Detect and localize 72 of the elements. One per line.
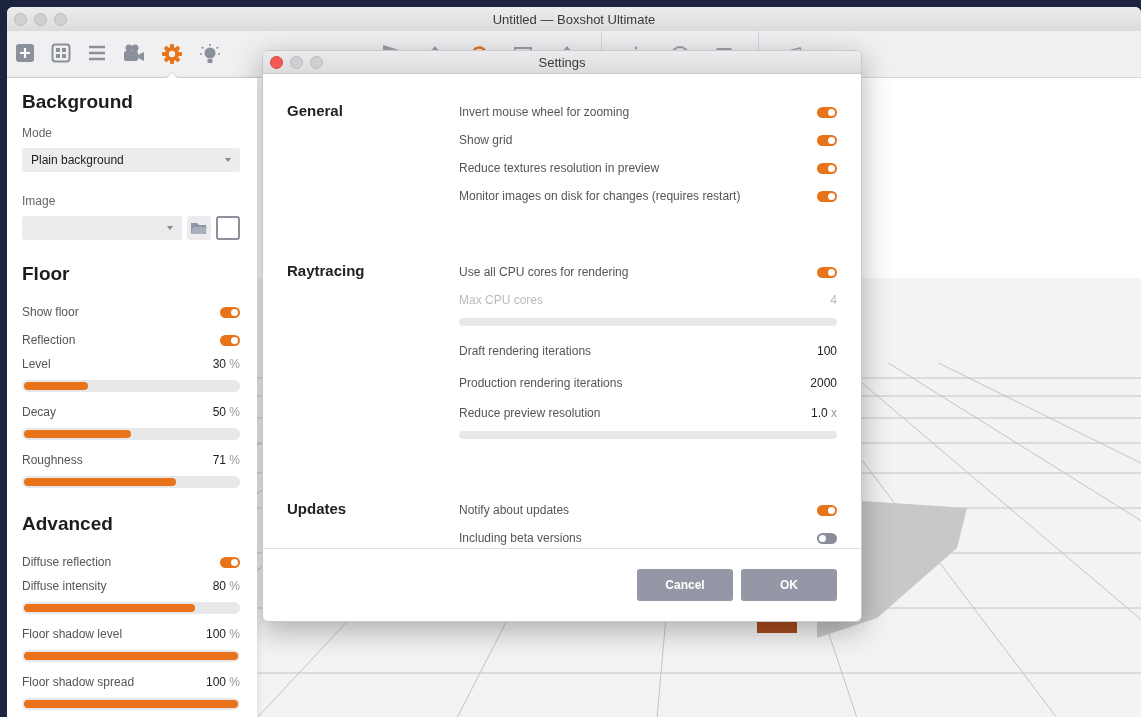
setting-label: Reduce textures resolution in preview xyxy=(459,161,660,175)
slider-label: Decay xyxy=(22,405,56,419)
minimize-button[interactable] xyxy=(290,55,303,69)
list-icon xyxy=(87,43,107,63)
caret-icon xyxy=(225,158,231,162)
section-title: Floor xyxy=(22,262,71,286)
slider-track[interactable] xyxy=(22,476,240,488)
window-title: Untitled — Boxshot Ultimate xyxy=(492,11,656,27)
setting-label: Notify about updates xyxy=(459,503,570,517)
slider-label: Roughness xyxy=(22,453,83,467)
slider-label: Diffuse intensity xyxy=(22,579,107,593)
slider-track[interactable] xyxy=(22,602,240,614)
toggle-switch[interactable] xyxy=(220,334,240,346)
light-bulb-icon xyxy=(199,43,221,65)
section-title: General xyxy=(287,101,344,121)
video-camera-icon xyxy=(123,43,145,63)
setting-label: Draft rendering iterations xyxy=(459,344,592,358)
slider-value: 50 % xyxy=(212,405,240,419)
plus-icon xyxy=(15,43,35,63)
number-value[interactable]: 100 xyxy=(816,344,837,358)
close-button[interactable] xyxy=(14,12,27,26)
caret-icon xyxy=(167,226,173,230)
slider-value: 1.0 x xyxy=(810,406,837,420)
toggle-switch[interactable] xyxy=(220,306,240,318)
section-title: Updates xyxy=(287,499,348,519)
setting-label: Show grid xyxy=(459,133,513,147)
toggle-switch[interactable] xyxy=(817,266,837,278)
mode-dropdown[interactable]: Plain background xyxy=(22,148,240,172)
section-title: Advanced xyxy=(22,512,114,536)
toggle-label: Diffuse reflection xyxy=(22,555,112,569)
toggle-switch[interactable] xyxy=(817,134,837,146)
zoom-button[interactable] xyxy=(310,55,323,69)
settings-icon xyxy=(161,43,183,65)
toggle-switch[interactable] xyxy=(817,162,837,174)
setting-label: Invert mouse wheel for zooming xyxy=(459,105,630,119)
slider-value: 100 % xyxy=(205,627,240,641)
toggle-switch[interactable] xyxy=(817,504,837,516)
toggle-label: Reflection xyxy=(22,333,76,347)
dialog-title: Settings xyxy=(538,54,586,70)
folder-button[interactable] xyxy=(187,216,211,240)
slider-value: 4 xyxy=(830,293,837,307)
section-title: Raytracing xyxy=(287,261,366,281)
toggle-switch[interactable] xyxy=(817,106,837,118)
slider-track[interactable] xyxy=(22,428,240,440)
slider-label: Floor shadow level xyxy=(22,627,123,641)
zoom-button[interactable] xyxy=(54,12,67,26)
slider-value: 100 % xyxy=(205,675,240,689)
setting-label: Reduce preview resolution xyxy=(459,406,601,420)
toggle-label: Show floor xyxy=(22,305,79,319)
setting-label: Use all CPU cores for rendering xyxy=(459,265,629,279)
color-swatch[interactable] xyxy=(216,216,240,240)
toggle-switch[interactable] xyxy=(220,556,240,568)
slider-value: 30 % xyxy=(212,357,240,371)
field-label: Mode xyxy=(22,126,54,140)
field-label: Image xyxy=(22,194,57,208)
grid-icon xyxy=(51,43,71,63)
setting-label: Monitor images on disk for changes (requires restart) xyxy=(459,189,741,203)
folder-icon xyxy=(191,221,207,235)
close-button[interactable] xyxy=(270,55,283,69)
slider-value: 71 % xyxy=(212,453,240,467)
setting-label: Including beta versions xyxy=(459,531,582,545)
setting-label: Production rendering iterations xyxy=(459,376,623,390)
slider-track[interactable] xyxy=(22,380,240,392)
toggle-switch[interactable] xyxy=(817,532,837,544)
slider-label: Level xyxy=(22,357,51,371)
setting-label: Max CPU cores xyxy=(459,293,544,307)
slider-value: 80 % xyxy=(212,579,240,593)
section-title: Background xyxy=(22,90,134,114)
number-value[interactable]: 2000 xyxy=(810,376,837,390)
slider-label: Floor shadow spread xyxy=(22,675,135,689)
minimize-button[interactable] xyxy=(34,12,47,26)
toggle-switch[interactable] xyxy=(817,190,837,202)
